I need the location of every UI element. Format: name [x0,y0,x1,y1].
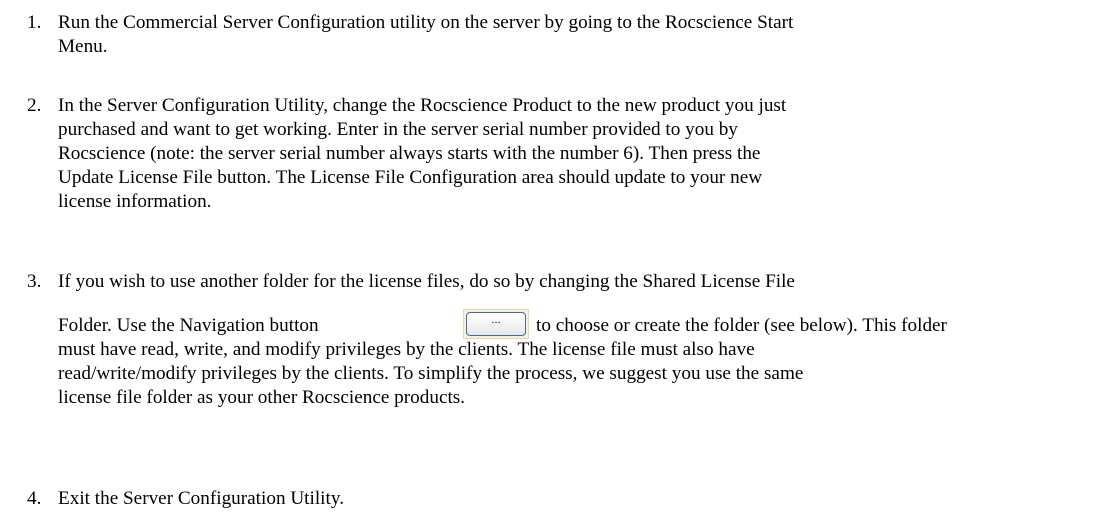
step-text-line: Menu. [58,36,108,57]
step-text-line: license information. [58,191,212,212]
step-text-line: Rocscience (note: the server serial numb… [58,143,761,164]
step-text-line: must have read, write, and modify privil… [58,339,755,360]
navigation-button-face: ... [466,312,526,336]
step-number: 4. [27,488,42,509]
step-text-line: read/write/modify privileges by the clie… [58,363,804,384]
instruction-document: 1. Run the Commercial Server Configurati… [0,0,1109,519]
step-number: 3. [27,271,42,292]
step-text-line: Update License File button. The License … [58,167,763,188]
step-number: 1. [27,12,42,33]
step-text-line: license file folder as your other Rocsci… [58,387,466,408]
step-text-line: Exit the Server Configuration Utility. [58,488,344,509]
navigation-button[interactable]: ... [463,309,529,339]
ellipsis-icon: ... [491,314,501,326]
step-text-line: to choose or create the folder (see belo… [536,315,947,336]
step-text-line: Run the Commercial Server Configuration … [58,12,794,33]
step-number: 2. [27,95,42,116]
step-text-line: Folder. Use the Navigation button [58,315,319,336]
step-text-line: purchased and want to get working. Enter… [58,119,738,140]
step-text-line: In the Server Configuration Utility, cha… [58,95,787,116]
step-text-line: If you wish to use another folder for th… [58,271,795,292]
